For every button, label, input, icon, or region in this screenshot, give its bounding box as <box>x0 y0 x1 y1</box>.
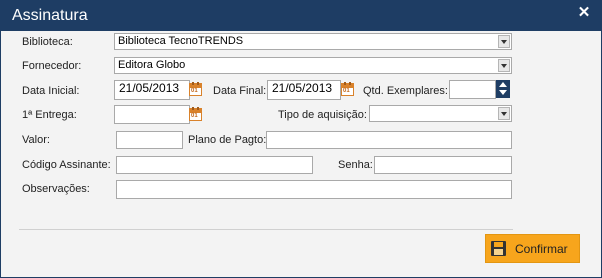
valor-input[interactable] <box>116 131 183 149</box>
fornecedor-label: Fornecedor: <box>22 60 82 72</box>
chevron-down-icon[interactable] <box>498 107 510 120</box>
data-inicial-value: 21/05/2013 <box>119 81 180 95</box>
tipo-aquisicao-select[interactable] <box>369 105 512 122</box>
plano-pagto-label: Plano de Pagto: <box>188 134 267 146</box>
subscription-dialog: Assinatura ✕ Biblioteca: Biblioteca Tecn… <box>0 0 602 278</box>
data-inicial-input[interactable]: 21/05/2013 <box>114 80 190 100</box>
chevron-down-icon[interactable] <box>498 35 510 48</box>
primeira-entrega-label: 1ª Entrega: <box>22 109 77 121</box>
data-inicial-label: Data Inicial: <box>22 85 80 97</box>
divider <box>19 229 513 230</box>
valor-label: Valor: <box>22 134 50 146</box>
codigo-assinante-label: Código Assinante: <box>22 159 111 171</box>
senha-label: Senha: <box>338 159 373 171</box>
calendar-icon-text: 01 <box>191 88 198 94</box>
close-icon[interactable]: ✕ <box>577 5 591 20</box>
dialog-titlebar: Assinatura ✕ <box>1 1 601 31</box>
dialog-title: Assinatura <box>12 7 88 24</box>
fornecedor-select[interactable]: Editora Globo <box>114 57 512 74</box>
biblioteca-label: Biblioteca: <box>22 36 73 48</box>
data-final-label: Data Final: <box>213 85 267 97</box>
calendar-icon[interactable]: 01 <box>341 82 354 96</box>
observacoes-input[interactable] <box>116 180 512 199</box>
qtd-exemplares-input[interactable] <box>449 80 496 99</box>
quantity-stepper[interactable] <box>496 80 510 98</box>
fornecedor-value: Editora Globo <box>118 59 186 71</box>
calendar-icon[interactable]: 01 <box>189 82 202 96</box>
data-final-value: 21/05/2013 <box>272 81 333 95</box>
qtd-exemplares-label: Qtd. Exemplares: <box>363 85 448 97</box>
confirm-button-label: Confirmar <box>515 242 568 256</box>
calendar-icon[interactable]: 01 <box>189 107 202 121</box>
biblioteca-value: Biblioteca TecnoTRENDS <box>118 35 244 47</box>
chevron-down-icon[interactable] <box>498 59 510 72</box>
save-disk-icon <box>491 241 506 256</box>
observacoes-label: Observações: <box>22 183 90 195</box>
stepper-up-icon[interactable] <box>499 82 507 87</box>
stepper-down-icon[interactable] <box>499 90 507 95</box>
primeira-entrega-input[interactable] <box>114 105 190 124</box>
confirm-button[interactable]: Confirmar <box>485 234 580 263</box>
calendar-icon-text: 01 <box>343 88 350 94</box>
biblioteca-select[interactable]: Biblioteca TecnoTRENDS <box>114 33 512 50</box>
plano-pagto-input[interactable] <box>266 131 512 149</box>
tipo-aquisicao-label: Tipo de aquisição: <box>278 109 367 121</box>
calendar-icon-text: 01 <box>191 113 198 119</box>
data-final-input[interactable]: 21/05/2013 <box>267 80 341 100</box>
password-field[interactable] <box>374 156 512 174</box>
codigo-assinante-input[interactable] <box>116 156 313 174</box>
